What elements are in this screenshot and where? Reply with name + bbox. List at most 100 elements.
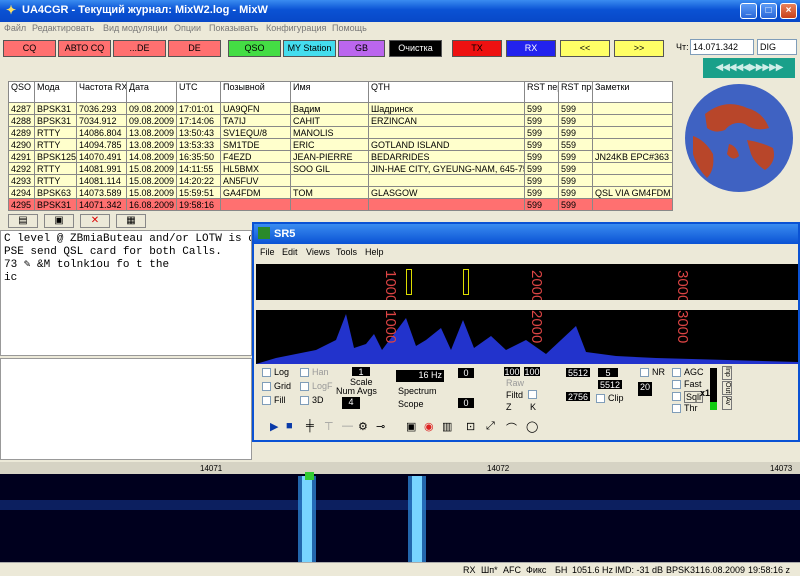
menu-config[interactable]: Конфигурация xyxy=(266,23,326,33)
log-header-cell[interactable]: Частота RX xyxy=(76,81,127,103)
log-header-cell[interactable]: Мода xyxy=(34,81,77,103)
offset-value[interactable]: 0 xyxy=(458,368,474,378)
log-header-cell[interactable]: QSO xyxy=(8,81,35,103)
save-icon[interactable]: ▣ xyxy=(44,214,74,228)
cq-button[interactable]: CQ xyxy=(3,40,56,57)
sr5-menu-views[interactable]: Views xyxy=(306,247,330,257)
scale-value[interactable]: 1 xyxy=(352,367,370,377)
marker-icon[interactable]: ╪ xyxy=(306,420,314,432)
main-waterfall[interactable]: 14071 14072 14073 xyxy=(0,462,800,562)
nr-checkbox[interactable] xyxy=(640,368,649,377)
num-avgs-value[interactable]: 4 xyxy=(342,397,360,409)
log-row[interactable]: 4290 RTTY 14094.785 13.08.2009 13:53:33 SM1TD… xyxy=(8,138,673,151)
stop-icon[interactable]: ■ xyxy=(286,420,293,432)
clear-button[interactable]: Очистка xyxy=(389,40,442,57)
rate-step[interactable]: 5 xyxy=(598,368,618,378)
settings-icon[interactable]: ⚙ xyxy=(358,420,368,433)
qso-button[interactable]: QSO xyxy=(228,40,281,57)
thr-checkbox[interactable] xyxy=(672,404,681,413)
log-row[interactable]: 4294 BPSK63 14073.589 15.08.2009 15:59:51 GA4… xyxy=(8,186,673,199)
sr5-menu-file[interactable]: File xyxy=(260,247,275,257)
menu-help[interactable]: Помощь xyxy=(332,23,367,33)
filter-icon[interactable]: ⊸ xyxy=(376,420,385,433)
output-tab[interactable]: Out xyxy=(722,381,732,395)
log-header-cell[interactable]: RST прин. xyxy=(558,81,593,103)
rx-button[interactable]: RX xyxy=(506,40,556,57)
sr5-menu-edit[interactable]: Edit xyxy=(282,247,298,257)
circle-icon[interactable]: ◯ xyxy=(526,420,538,433)
status-fix[interactable]: Фикс xyxy=(526,565,546,575)
ruler-icon[interactable]: ⤢ xyxy=(486,420,495,433)
log-checkbox[interactable] xyxy=(262,368,271,377)
capture-icon[interactable]: ▥ xyxy=(442,420,452,433)
log-row[interactable]: 4289 RTTY 14086.804 13.08.2009 13:50:43 SV1EQ… xyxy=(8,126,673,139)
level-value-a[interactable]: 100 xyxy=(504,367,520,377)
close-button[interactable]: × xyxy=(780,3,797,19)
log-header-cell[interactable]: Заметки xyxy=(592,81,673,103)
sr5-menu-tools[interactable]: Tools xyxy=(336,247,357,257)
de-button[interactable]: DE xyxy=(168,40,221,57)
menu-mode[interactable]: Вид модуляции xyxy=(103,23,168,33)
receive-text-area[interactable]: C level @ ZBmiaButeau and/or LOTW is oka… xyxy=(0,230,252,356)
next-button[interactable]: >> xyxy=(614,40,664,57)
auto-cq-button[interactable]: АВТО CQ xyxy=(58,40,111,57)
3d-checkbox[interactable] xyxy=(300,396,309,405)
sample-rate-a[interactable]: 5512 xyxy=(566,368,590,378)
offset-value-2[interactable]: 0 xyxy=(458,398,474,408)
transmit-text-area[interactable] xyxy=(0,358,252,460)
maximize-button[interactable]: □ xyxy=(760,3,777,19)
log-qso-icon[interactable]: ▤ xyxy=(8,214,38,228)
grid-checkbox[interactable] xyxy=(262,382,271,391)
print-icon[interactable]: ▦ xyxy=(116,214,146,228)
sqli-checkbox[interactable] xyxy=(672,392,681,401)
fill-checkbox[interactable] xyxy=(262,396,271,405)
agc-checkbox[interactable] xyxy=(672,368,681,377)
log-row[interactable]: 4292 RTTY 14081.991 15.08.2009 14:11:55 HL5BM… xyxy=(8,162,673,175)
status-afc[interactable]: AFC xyxy=(503,565,521,575)
menu-file[interactable]: Файл xyxy=(4,23,26,33)
log-header-cell[interactable]: Имя xyxy=(290,81,369,103)
input-tab[interactable]: Inp xyxy=(722,366,732,380)
zoom-icon[interactable]: ⊡ xyxy=(466,420,475,433)
menu-options[interactable]: Опции xyxy=(174,23,201,33)
average-tab[interactable]: Av xyxy=(722,396,732,410)
logf-checkbox[interactable] xyxy=(300,382,309,391)
tx-button[interactable]: TX xyxy=(452,40,502,57)
de-prefix-button[interactable]: ...DE xyxy=(113,40,166,57)
nr-level[interactable]: 20 xyxy=(638,382,652,396)
log-header-cell[interactable]: UTC xyxy=(176,81,221,103)
mode-select[interactable]: DIG xyxy=(757,39,797,55)
han-checkbox[interactable] xyxy=(300,368,309,377)
level-value-b[interactable]: 100 xyxy=(524,367,540,377)
delete-icon[interactable]: ✕ xyxy=(80,214,110,228)
status-squelch[interactable]: Шп* xyxy=(481,565,498,575)
log-row[interactable]: 4293 RTTY 14081.114 15.08.2009 14:20:22 AN5FU… xyxy=(8,174,673,187)
prev-button[interactable]: << xyxy=(560,40,610,57)
frequency-field[interactable]: 14.071.342 xyxy=(690,39,754,55)
log-header-cell[interactable]: RST перед. xyxy=(524,81,559,103)
log-row[interactable]: 4288 BPSK31 7034.912 09.08.2009 17:14:06 TA7I… xyxy=(8,114,673,127)
menu-view[interactable]: Показывать xyxy=(209,23,258,33)
filtd-checkbox[interactable] xyxy=(528,390,537,399)
sample-rate-b[interactable]: 5512 xyxy=(598,380,622,390)
tune-arrows[interactable]: ◀◀◀◀◀▶▶▶▶▶ xyxy=(703,58,795,78)
disk-icon[interactable]: ▣ xyxy=(406,420,416,433)
my-station-button[interactable]: MY Station xyxy=(283,40,336,57)
curve-icon[interactable]: ⌒ xyxy=(506,420,517,436)
menu-edit[interactable]: Редактировать xyxy=(32,23,94,33)
bandwidth-value[interactable]: 16 Hz xyxy=(396,370,444,382)
minimize-button[interactable]: _ xyxy=(740,3,757,19)
play-icon[interactable]: ▶ xyxy=(270,420,278,433)
log-row[interactable]: 4295 BPSK31 14071.342 16.08.2009 19:58:16 599… xyxy=(8,198,673,211)
clip-checkbox[interactable] xyxy=(596,394,605,403)
fast-checkbox[interactable] xyxy=(672,380,681,389)
line-icon[interactable]: — xyxy=(342,420,353,432)
log-row[interactable]: 4287 BPSK31 7036.293 09.08.2009 17:01:01 UA9Q… xyxy=(8,102,673,115)
log-header-cell[interactable]: QTH xyxy=(368,81,525,103)
sr5-menu-help[interactable]: Help xyxy=(365,247,384,257)
log-header-cell[interactable]: Дата xyxy=(126,81,177,103)
log-header-cell[interactable]: Позывной xyxy=(220,81,291,103)
half-rate[interactable]: 2756 xyxy=(566,392,590,402)
log-row[interactable]: 4291 BPSK125 14070.491 14.08.2009 16:35:50 F4… xyxy=(8,150,673,163)
record-icon[interactable]: ◉ xyxy=(424,420,434,433)
